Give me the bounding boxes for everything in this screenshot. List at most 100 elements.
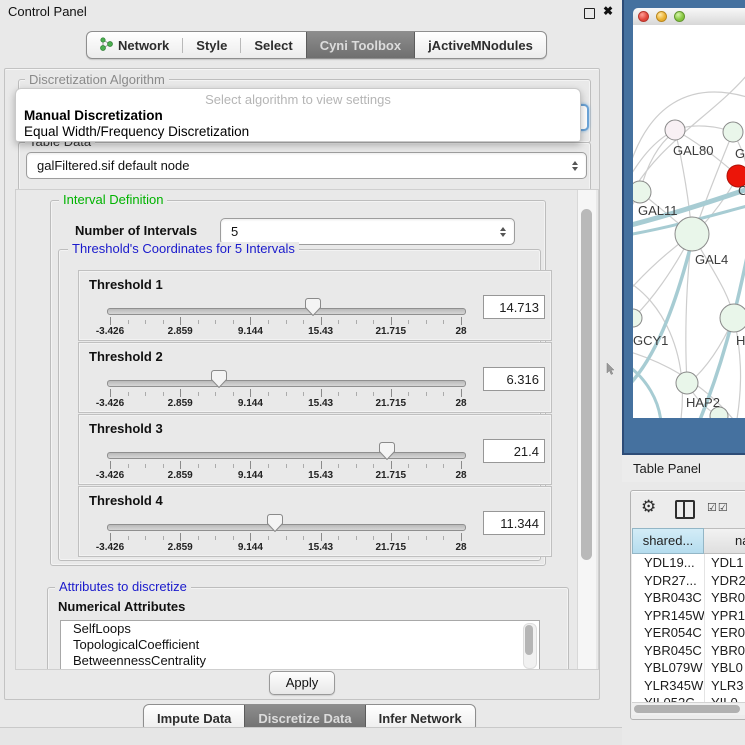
table-cell-name[interactable]: YPR1 [704,607,745,625]
table-cell-name[interactable]: YBR0 [704,589,745,607]
table-header-name[interactable]: na [704,528,745,554]
network-window-titlebar[interactable] [633,8,745,26]
columns-icon[interactable] [675,500,695,519]
threshold-2-value-field[interactable]: 6.316 [483,367,545,391]
table-cell-shared-name[interactable]: YBR043C [632,590,704,605]
node-hap2[interactable] [676,372,698,394]
tab-select[interactable]: Select [241,32,305,58]
close-traffic-light-icon[interactable] [638,11,649,22]
control-panel-tabs: Network Style Select Cyni Toolbox jActiv… [86,31,547,59]
algorithm-option-manual[interactable]: Manual Discretization [24,108,163,123]
table-data-combobox[interactable]: galFiltered.sif default node [26,152,587,179]
minimize-traffic-light-icon[interactable] [656,11,667,22]
algorithm-dropdown-popup: Select algorithm to view settings Manual… [15,88,581,142]
table-row[interactable]: YER054C YER0 [632,624,745,642]
attribute-list-item[interactable]: SelfLoops [61,621,539,637]
settings-vertical-scrollbar-thumb[interactable] [581,209,592,560]
table-cell-shared-name[interactable]: YPR145W [632,608,704,623]
table-panel: ⚙ ☑☑ shared... na YDL19... YDL1 YDR27...… [630,490,745,720]
node-gal4[interactable] [675,217,709,251]
threshold-1-value-field[interactable]: 14.713 [483,295,545,319]
threshold-4-slider-thumb[interactable] [267,514,283,532]
table-cell-name[interactable]: YBR0 [704,642,745,660]
table-cell-name[interactable]: YER0 [704,624,745,642]
table-cell-shared-name[interactable]: YER054C [632,625,704,640]
interval-definition-group-title: Interval Definition [59,193,167,207]
select-columns-checkboxes-icon[interactable]: ☑☑ [707,501,729,514]
gear-icon[interactable]: ⚙ [641,497,656,517]
float-window-icon[interactable] [584,8,595,19]
table-data-combobox-value: galFiltered.sif default node [27,158,572,173]
table-row[interactable]: YDL19... YDL1 [632,554,745,572]
numerical-attributes-list: SelfLoops TopologicalCoefficient Between… [60,620,540,670]
node-gcy1[interactable] [633,309,642,327]
tab-style[interactable]: Style [183,32,240,58]
algorithm-option-equal-width[interactable]: Equal Width/Frequency Discretization [24,124,249,139]
threshold-4-value-field[interactable]: 11.344 [483,511,545,535]
table-header-shared-name[interactable]: shared... [632,528,704,554]
attributes-list-scrollbar[interactable] [523,623,537,669]
network-view-canvas[interactable]: GAL80 GA C GAL11 GAL4 GCY1 H HAP2 [633,25,745,418]
numerical-attributes-label: Numerical Attributes [58,599,185,614]
table-row[interactable]: YIL052C YIL0 [632,694,745,702]
node-right[interactable] [720,304,745,332]
threshold-3-slider-thumb[interactable] [379,442,395,460]
tab-network[interactable]: Network [87,32,182,58]
attribute-list-item[interactable]: TopologicalCoefficient [61,637,539,653]
table-cell-name[interactable]: YDL1 [704,554,745,572]
table-row[interactable]: YDR27... YDR2 [632,572,745,590]
close-icon[interactable]: ✖ [603,4,613,18]
table-row[interactable]: YBL079W YBL0 [632,659,745,677]
threshold-2-slider-ticks [79,389,551,398]
table-row[interactable]: YBR043C YBR0 [632,589,745,607]
spinner-arrows-icon[interactable] [500,227,506,237]
combobox-arrows-icon[interactable] [572,161,578,171]
settings-vertical-scrollbar[interactable] [577,190,596,669]
table-cell-shared-name[interactable]: YDL19... [632,555,704,570]
table-cell-shared-name[interactable]: YLR345W [632,678,704,693]
threshold-3-value-field[interactable]: 21.4 [483,439,545,463]
attribute-list-item[interactable]: BetweennessCentrality [61,653,539,669]
threshold-2-slider-track[interactable] [107,380,466,387]
tab-jactivemnodules[interactable]: jActiveMNodules [415,32,546,58]
tab-cyni-toolbox[interactable]: Cyni Toolbox [306,32,415,58]
cyni-toolbox-panel: Discretization Algorithm Select algorith… [4,68,600,700]
node-label-red: C [738,183,745,198]
attributes-list-scrollbar-thumb[interactable] [525,625,533,655]
node-gal11[interactable] [633,181,651,203]
table-cell-shared-name[interactable]: YIL052C [632,695,704,702]
table-horizontal-scrollbar-thumb[interactable] [634,705,740,713]
table-cell-shared-name[interactable]: YDR27... [632,573,704,588]
table-cell-name[interactable]: YIL0 [704,694,745,702]
apply-button[interactable]: Apply [269,671,335,695]
threshold-3-label: Threshold 3 [89,421,163,436]
table-cell-name[interactable]: YDR2 [704,572,745,590]
node-label-gal4: GAL4 [695,252,728,267]
threshold-3-slider-track[interactable] [107,452,466,459]
zoom-traffic-light-icon[interactable] [674,11,685,22]
node-label-gal11: GAL11 [638,203,678,218]
table-cell-shared-name[interactable]: YBR045C [632,643,704,658]
table-horizontal-scrollbar[interactable] [632,702,745,715]
table-cell-name[interactable]: YLR3 [704,677,745,695]
table-row[interactable]: YPR145W YPR1 [632,607,745,625]
threshold-1-slider-thumb[interactable] [305,298,321,316]
threshold-3-slider-ticks [79,461,551,470]
node-label-right: H [736,333,745,348]
bottom-strip [0,727,622,745]
table-cell-name[interactable]: YBL0 [704,659,745,677]
table-cell-shared-name[interactable]: YBL079W [632,660,704,675]
table-row[interactable]: YBR045C YBR0 [632,642,745,660]
threshold-1-slider-track[interactable] [107,308,466,315]
tab-style-label: Style [196,38,227,53]
node-gal80[interactable] [665,120,685,140]
tab-discretize-data-label: Discretize Data [258,711,351,726]
table-row[interactable]: YLR345W YLR3 [632,677,745,695]
tab-network-label: Network [118,38,169,53]
threshold-4-slider-track[interactable] [107,524,466,531]
threshold-2-slider-thumb[interactable] [211,370,227,388]
tab-cyni-toolbox-label: Cyni Toolbox [320,38,401,53]
node-top-right[interactable] [723,122,743,142]
algorithm-hint-option[interactable]: Select algorithm to view settings [16,92,580,107]
node-label-gcy1: GCY1 [633,333,668,348]
